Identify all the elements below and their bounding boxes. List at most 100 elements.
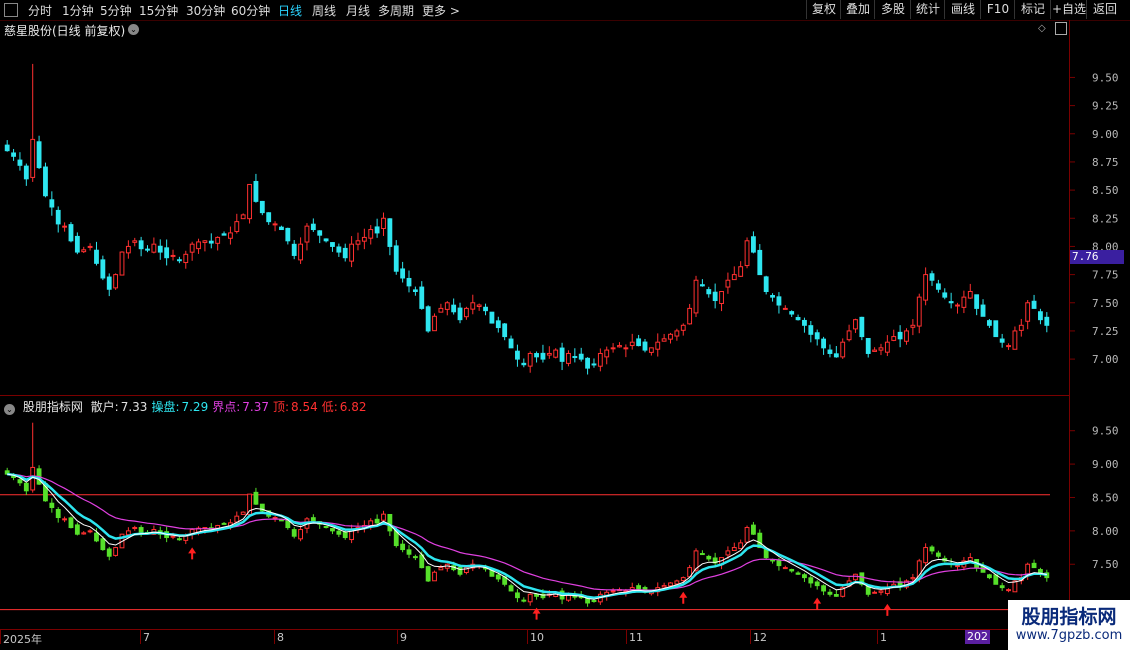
indicator-candle-body (572, 595, 578, 598)
candle-body (865, 338, 871, 354)
indicator-candle-body (814, 581, 820, 587)
price-chart[interactable]: 9.509.259.008.758.508.258.007.757.507.25… (0, 20, 1130, 396)
candle-body (719, 291, 724, 305)
date-axis-line (0, 629, 1070, 630)
indicator-candle-body (113, 547, 119, 556)
candle-body (974, 294, 980, 309)
candle-body (476, 304, 482, 308)
candle-body (534, 353, 539, 358)
indicator-candle-body (878, 590, 884, 593)
candle-body (814, 332, 820, 340)
indicator-candle-body (680, 577, 686, 582)
candle-body (821, 338, 826, 349)
indicator-candle-body (827, 591, 833, 595)
candle-body (221, 233, 227, 236)
candle-body (298, 243, 303, 261)
candle-body (30, 138, 36, 178)
date-label: 8 (277, 631, 284, 644)
toolbar-button[interactable]: +自选 (1050, 0, 1087, 19)
candle-body (929, 273, 935, 281)
candle-body (540, 352, 546, 360)
candle-body (125, 245, 131, 254)
period-tab[interactable]: 15分钟 (139, 2, 178, 19)
candle-body (279, 226, 284, 231)
period-tab[interactable]: 30分钟 (186, 2, 225, 19)
candle-body (916, 296, 922, 327)
indicator-candle-body (935, 552, 941, 557)
candle-body (789, 311, 795, 315)
candle-body (234, 221, 240, 232)
toolbar-button[interactable]: 画线 (944, 0, 981, 19)
indicator-candle-body (751, 524, 756, 535)
date-label: 11 (629, 631, 643, 644)
period-tab[interactable]: 日线 (278, 2, 302, 19)
date-label: 9 (400, 631, 407, 644)
candle-body (521, 362, 527, 366)
candle-body (355, 240, 361, 245)
indicator-candle-body (1006, 589, 1011, 592)
period-tab[interactable]: 周线 (312, 2, 336, 19)
indicator-candle-body (342, 531, 348, 539)
candle-body (617, 345, 622, 348)
candle-body (712, 291, 718, 302)
candle-body (151, 243, 157, 253)
indicator-candle-body (55, 509, 61, 519)
candle-body (489, 311, 495, 324)
indicator-candle-body (770, 559, 775, 562)
candle-body (202, 240, 208, 243)
toolbar-button[interactable]: 叠加 (840, 0, 875, 19)
period-tab[interactable]: 分时 (28, 2, 52, 19)
candle-body (782, 307, 788, 310)
period-tab[interactable]: 月线 (346, 2, 370, 19)
toolbar-button[interactable]: F10 (980, 0, 1015, 19)
indicator-candle-body (17, 479, 23, 484)
candle-body (515, 350, 520, 360)
candle-body (597, 352, 603, 367)
toolbar-button[interactable]: 复权 (806, 0, 841, 19)
candle-body (317, 230, 323, 236)
buy-arrow-icon (813, 597, 822, 610)
candle-body (215, 236, 221, 244)
indicator-candle-body (955, 565, 960, 568)
toolbar-button[interactable]: 返回 (1086, 0, 1123, 19)
y-tick-label: 8.50 (1092, 184, 1119, 197)
candle-body (623, 347, 629, 350)
date-tick (397, 630, 398, 644)
candle-body (661, 338, 667, 342)
indicator-y-tick-label: 9.00 (1092, 458, 1119, 471)
indicator-candle-body (986, 574, 992, 579)
period-tab[interactable]: 60分钟 (231, 2, 270, 19)
sidebar-toggle-icon[interactable] (4, 3, 18, 17)
date-tick (527, 630, 528, 644)
toolbar-button[interactable]: 标记 (1014, 0, 1051, 19)
toolbar-button[interactable]: 多股 (874, 0, 911, 19)
y-tick-label: 7.50 (1092, 297, 1119, 310)
candle-body (132, 240, 138, 243)
indicator-candle-body (802, 574, 807, 579)
candle-body (980, 304, 986, 317)
indicator-candle-body (808, 577, 814, 584)
date-label: 7 (143, 631, 150, 644)
indicator-chart[interactable]: 9.50 9.00 8.50 8.00 7.50 (0, 396, 1130, 630)
period-tab[interactable]: 更多 > (422, 2, 460, 19)
indicator-candle-body (125, 530, 131, 536)
indicator-candle-body (821, 585, 826, 592)
toolbar-button[interactable]: 统计 (910, 0, 945, 19)
period-tab[interactable]: 多周期 (378, 2, 414, 19)
candle-body (240, 214, 246, 220)
period-tab[interactable]: 1分钟 (62, 2, 94, 19)
indicator-candle-body (872, 591, 878, 594)
candle-body (948, 301, 954, 304)
indicator-candle-body (62, 518, 68, 521)
indicator-candle-body (240, 511, 246, 515)
candle-body (808, 325, 814, 335)
candle-body (846, 330, 852, 341)
candle-body (680, 324, 686, 331)
candle-body (763, 276, 769, 292)
candle-body (508, 338, 514, 349)
y-tick-label: 9.50 (1092, 71, 1119, 84)
period-tab[interactable]: 5分钟 (100, 2, 132, 19)
year-badge: 202 (965, 630, 990, 644)
indicator-candle-body (432, 571, 437, 582)
candle-body (744, 240, 750, 267)
